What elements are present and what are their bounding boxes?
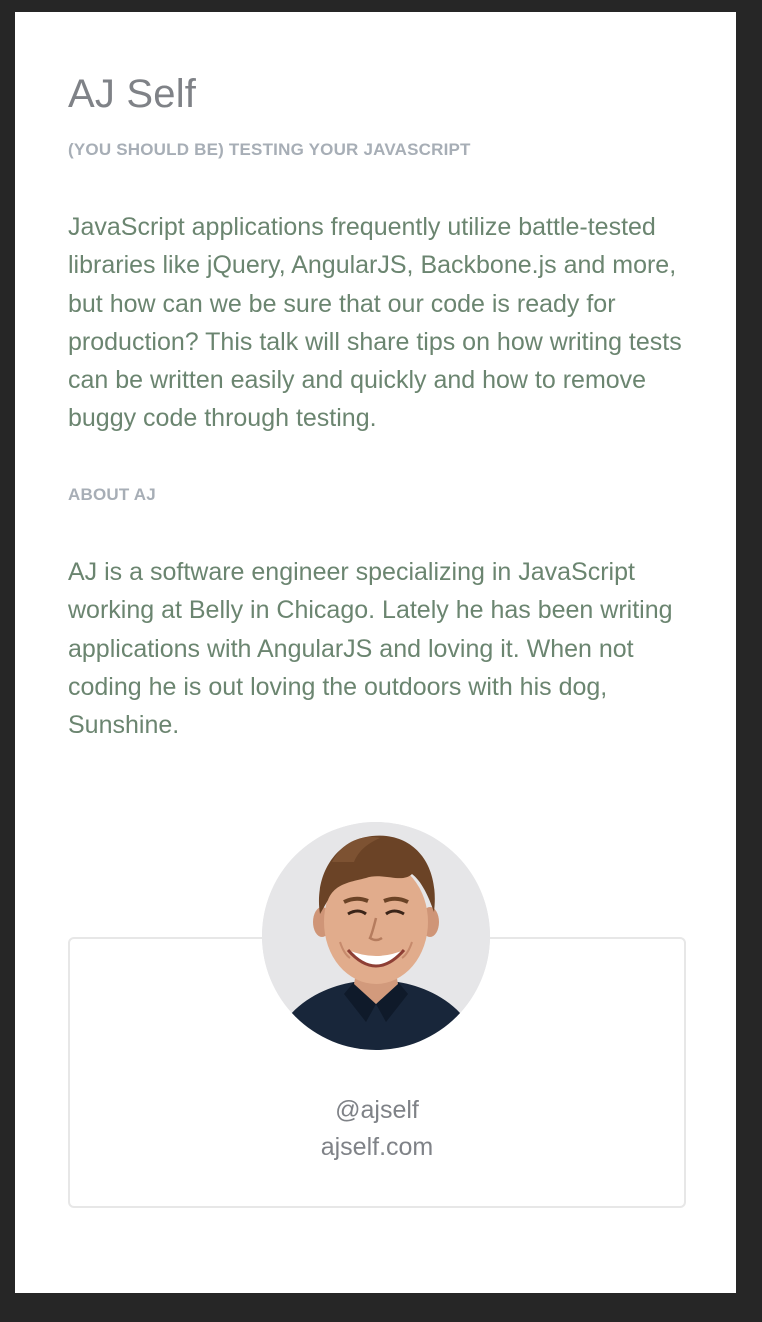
speaker-avatar (262, 822, 490, 1050)
twitter-link[interactable]: @ajself (70, 1095, 684, 1125)
speaker-name: AJ Self (68, 72, 197, 116)
speaker-bio: AJ is a software engineer specializing i… (68, 558, 673, 740)
speaker-page: AJ Self (YOU SHOULD BE) TESTING YOUR JAV… (15, 12, 736, 1293)
about-heading: ABOUT AJ (68, 485, 156, 504)
website-link[interactable]: ajself.com (70, 1132, 684, 1162)
talk-description: JavaScript applications frequently utili… (68, 213, 682, 433)
avatar-illustration (262, 822, 490, 1050)
talk-title: (YOU SHOULD BE) TESTING YOUR JAVASCRIPT (68, 140, 471, 159)
